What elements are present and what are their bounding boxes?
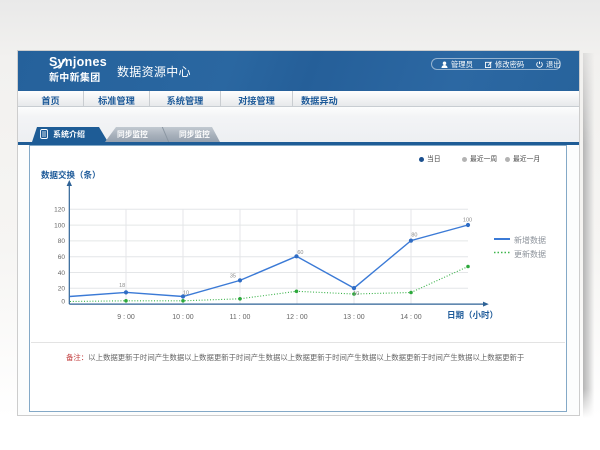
- svg-text:9 : 00: 9 : 00: [117, 314, 135, 321]
- svg-text:11 : 00: 11 : 00: [230, 314, 251, 321]
- svg-text:80: 80: [411, 232, 417, 238]
- svg-text:14 : 00: 14 : 00: [400, 314, 422, 321]
- svg-text:0: 0: [61, 298, 65, 305]
- svg-text:60: 60: [58, 254, 66, 261]
- svg-text:100: 100: [463, 218, 472, 224]
- svg-text:13 : 00: 13 : 00: [343, 314, 365, 321]
- svg-text:80: 80: [58, 238, 66, 245]
- svg-text:100: 100: [54, 222, 65, 229]
- svg-text:18: 18: [119, 283, 125, 289]
- svg-text:40: 40: [58, 270, 66, 277]
- svg-text:12 : 00: 12 : 00: [286, 314, 308, 321]
- svg-text:10: 10: [353, 291, 359, 297]
- svg-text:10 : 00: 10 : 00: [172, 314, 194, 321]
- svg-text:60: 60: [297, 250, 303, 256]
- svg-text:35: 35: [230, 274, 236, 280]
- svg-text:20: 20: [58, 286, 66, 293]
- svg-text:10: 10: [183, 290, 189, 296]
- svg-text:120: 120: [54, 207, 65, 214]
